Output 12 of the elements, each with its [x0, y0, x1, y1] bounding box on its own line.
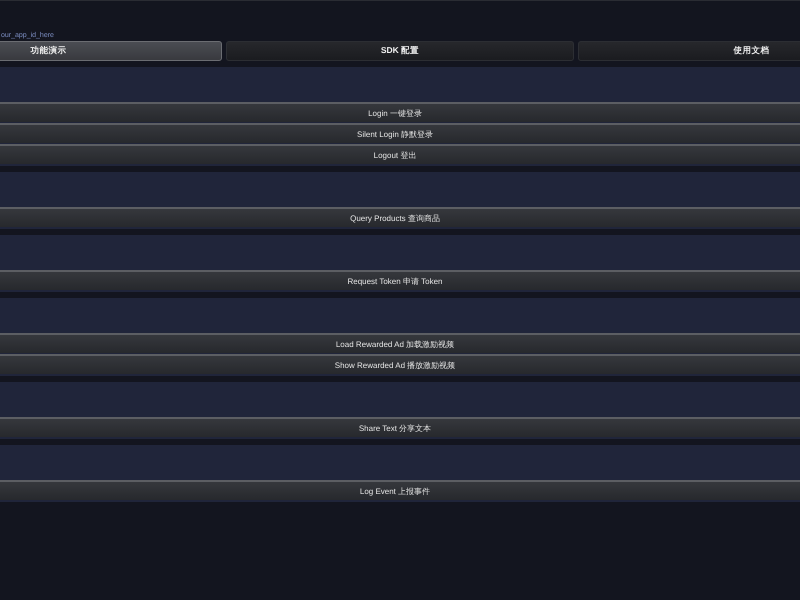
action-button[interactable]: Show Rewarded Ad 播放激励视频: [0, 354, 800, 374]
action-button[interactable]: Load Rewarded Ad 加载激励视频: [0, 333, 800, 353]
tab[interactable]: 使用文档: [578, 41, 800, 61]
action-button[interactable]: Query Products 查询商品: [0, 207, 800, 227]
tab[interactable]: 功能演示: [0, 41, 222, 61]
tab[interactable]: SDK 配置: [226, 41, 574, 61]
action-button[interactable]: Logout 登出: [0, 144, 800, 164]
action-button[interactable]: Silent Login 静默登录: [0, 123, 800, 143]
action-button[interactable]: Request Token 申请 Token: [0, 270, 800, 290]
action-button[interactable]: Log Event 上报事件: [0, 480, 800, 500]
action-button[interactable]: Login 一键登录: [0, 102, 800, 122]
action-button[interactable]: Share Text 分享文本: [0, 417, 800, 437]
